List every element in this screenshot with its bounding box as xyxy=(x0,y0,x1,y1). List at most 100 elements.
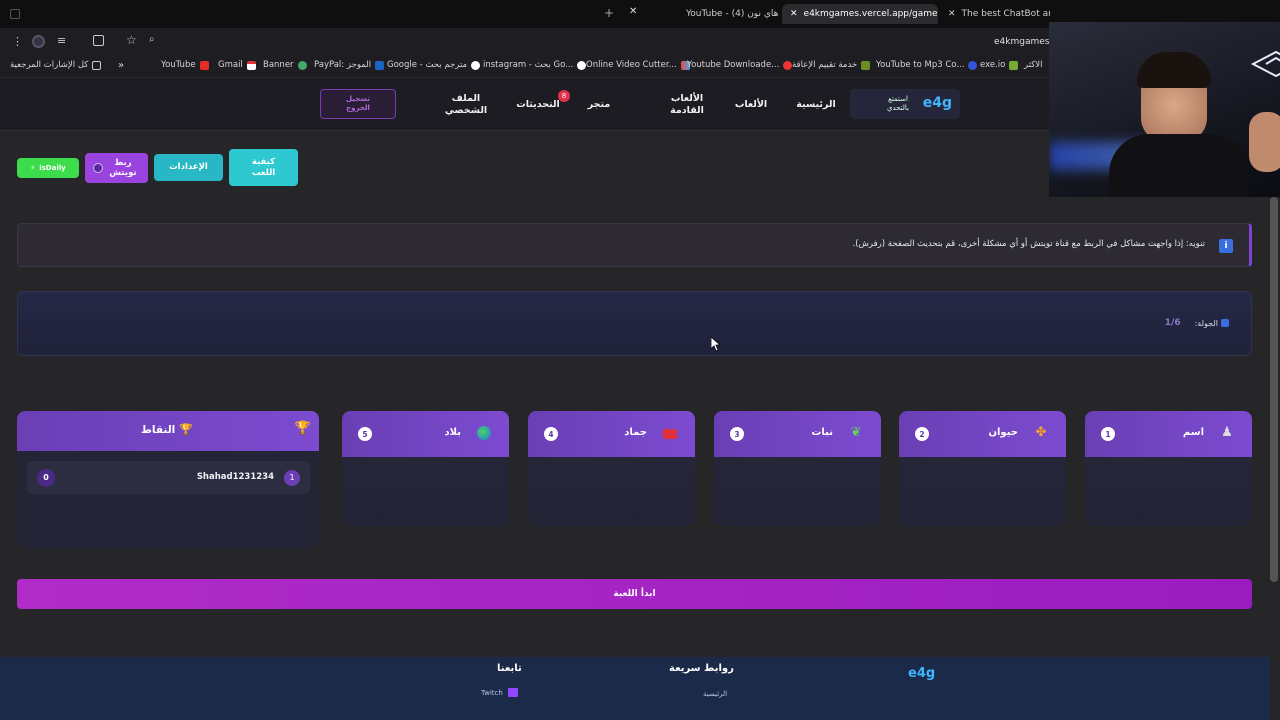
card-number: 5 xyxy=(358,427,372,441)
bookmark-youtube[interactable]: YouTube xyxy=(161,60,209,70)
menu-dots-icon[interactable]: ⋮ xyxy=(12,35,23,48)
streamer-body xyxy=(1109,134,1249,197)
bookmark-more[interactable]: الاكثر xyxy=(1024,60,1043,70)
close-tab-icon[interactable]: ✕ xyxy=(948,9,956,19)
category-card-object[interactable]: جماد 4 xyxy=(528,411,695,526)
footer-quick-links-title: روابط سريعة xyxy=(669,663,734,674)
bookmark-google-translate[interactable]: Google - مترجم بحث xyxy=(387,60,481,70)
tab-label: e4kmgames.vercel.app/games/ xyxy=(803,9,938,19)
person-icon: ♟ xyxy=(1221,425,1233,440)
gov-icon xyxy=(861,60,871,70)
bookmark-gmail[interactable]: Gmail xyxy=(218,60,256,70)
footer-twitch-link[interactable]: Twitch xyxy=(481,688,518,697)
points-title-group: 🏆 النقاط xyxy=(141,423,193,436)
bookmark-banner[interactable]: Banner xyxy=(263,60,307,70)
nav-store[interactable]: متجر xyxy=(580,99,618,111)
card-title: نبات xyxy=(811,427,833,438)
folder-icon xyxy=(92,60,102,70)
twitch-link-button[interactable]: ربط تويتش xyxy=(85,153,148,183)
player-name: Shahad1231234 xyxy=(196,472,274,482)
daily-button[interactable]: ⚡ isDaily xyxy=(17,158,79,178)
paw-icon: ✤ xyxy=(1035,425,1047,440)
close-tab-icon[interactable]: ✕ xyxy=(790,9,798,19)
extensions-icon[interactable]: ≡ xyxy=(57,34,66,47)
points-header: 🏆 🏆 النقاط xyxy=(17,411,319,451)
bookmarks-overflow-icon[interactable]: » xyxy=(118,60,124,71)
player-score: 0 xyxy=(37,469,55,487)
google-icon xyxy=(471,60,481,70)
notice-text: تنويه: إذا واجهت مشاكل في الربط مع قناة … xyxy=(852,239,1205,249)
bookmark-paypal[interactable]: PayPal: الموجز xyxy=(314,60,385,70)
tab-e4kmgames[interactable]: ✕ e4kmgames.vercel.app/games/ xyxy=(782,4,938,24)
bolt-icon: ⚡ xyxy=(30,163,36,172)
globe-icon xyxy=(475,424,493,442)
nav-challenge-tagline: استمتع بالتحدي xyxy=(887,95,909,112)
bookmark-yt-mp3[interactable]: YouTube to Mp3 Co... xyxy=(876,60,978,70)
trophy-icon: 🏆 xyxy=(294,421,311,436)
card-header: ♟ اسم 1 xyxy=(1085,411,1252,457)
nav-home[interactable]: الرئيسية xyxy=(790,99,842,111)
card-title: بلاد xyxy=(444,427,461,438)
round-value: 1/6 xyxy=(1164,318,1181,328)
new-tab-button[interactable]: + xyxy=(604,6,614,20)
card-title: حيوان xyxy=(988,427,1018,438)
category-card-country[interactable]: بلاد 5 xyxy=(342,411,509,526)
bookmark-star-icon[interactable]: ☆ xyxy=(126,33,137,47)
profile-icon[interactable] xyxy=(32,35,45,48)
bookmark-disability[interactable]: خدمة تقييم الإعاقة xyxy=(792,60,871,70)
bookmark-all[interactable]: كل الإشارات المرجعية xyxy=(10,60,102,70)
nav-games[interactable]: الألعاب xyxy=(728,99,774,111)
twitch-status-icon xyxy=(93,163,103,173)
shield-icon xyxy=(968,60,978,70)
category-card-name[interactable]: ♟ اسم 1 xyxy=(1085,411,1252,526)
points-title: النقاط xyxy=(141,423,176,436)
streamer-hair xyxy=(1137,52,1211,88)
category-card-plant[interactable]: ❦ نبات 3 xyxy=(714,411,881,526)
paypal-icon xyxy=(375,60,385,70)
settings-button[interactable]: الإعدادات xyxy=(154,154,223,181)
bookmark-exeio[interactable]: exe.io xyxy=(980,60,1019,70)
card-title: جماد xyxy=(624,427,647,438)
bookmark-video-cutter[interactable]: Online Video Cutter... xyxy=(586,60,690,70)
footer-logo: e4g xyxy=(908,666,936,681)
page-scrollbar[interactable] xyxy=(1270,197,1278,582)
tab-chatbot[interactable]: ✕ The best ChatBot and Wi xyxy=(940,4,1050,24)
card-header: بلاد 5 xyxy=(342,411,509,457)
nav-profile[interactable]: الملف الشخصي xyxy=(442,93,490,117)
card-number: 1 xyxy=(1101,427,1115,441)
window-menu-icon[interactable] xyxy=(10,9,20,19)
card-number: 3 xyxy=(730,427,744,441)
start-game-button[interactable]: ابدأ اللعبة xyxy=(17,579,1252,609)
download-icon xyxy=(783,60,793,70)
nav-brand-box[interactable]: e4g استمتع بالتحدي xyxy=(850,89,960,119)
gmail-icon xyxy=(246,60,256,70)
close-tab-icon[interactable]: ✕ xyxy=(629,6,637,17)
exeio-icon xyxy=(1009,60,1019,70)
footer-follow-title: تابعنا xyxy=(497,663,522,674)
twitch-link-text: Twitch xyxy=(481,688,503,697)
search-icon[interactable]: ⌕ xyxy=(149,34,155,45)
trophy-icon: 🏆 xyxy=(179,423,193,436)
bookmark-instagram[interactable]: instagram - بحث Go... xyxy=(483,60,587,70)
sidepanel-icon[interactable] xyxy=(93,35,104,46)
nav-challenges[interactable]: التحديثات xyxy=(510,99,566,111)
streamer-hand xyxy=(1249,112,1280,172)
card-title: اسم xyxy=(1182,427,1204,438)
bookmark-yt-downloader[interactable]: Youtube Downloade... xyxy=(687,60,793,70)
footer-home-link[interactable]: الرئيسية xyxy=(703,690,727,698)
site-logo: e4g xyxy=(922,95,952,111)
tab-youtube[interactable]: YouTube - هاي نون (4) xyxy=(672,4,782,24)
card-header: جماد 4 xyxy=(528,411,695,457)
how-to-play-button[interactable]: كيفية اللعب xyxy=(229,149,298,186)
card-number: 4 xyxy=(544,427,558,441)
nav-upcoming-games[interactable]: الألعاب القادمة xyxy=(664,93,710,117)
tab-label: YouTube - هاي نون (4) xyxy=(686,9,779,19)
category-card-animal[interactable]: ✤ حيوان 2 xyxy=(899,411,1066,526)
banner-icon xyxy=(297,60,307,70)
round-label: الجولة: xyxy=(1195,319,1229,328)
toolbox-icon xyxy=(661,424,679,442)
notification-badge: 8 xyxy=(558,90,570,102)
round-bar: الجولة: 1/6 xyxy=(17,291,1252,356)
logout-button[interactable]: تسجيل الخروج xyxy=(320,89,396,119)
channel-logo-icon xyxy=(1250,50,1280,78)
